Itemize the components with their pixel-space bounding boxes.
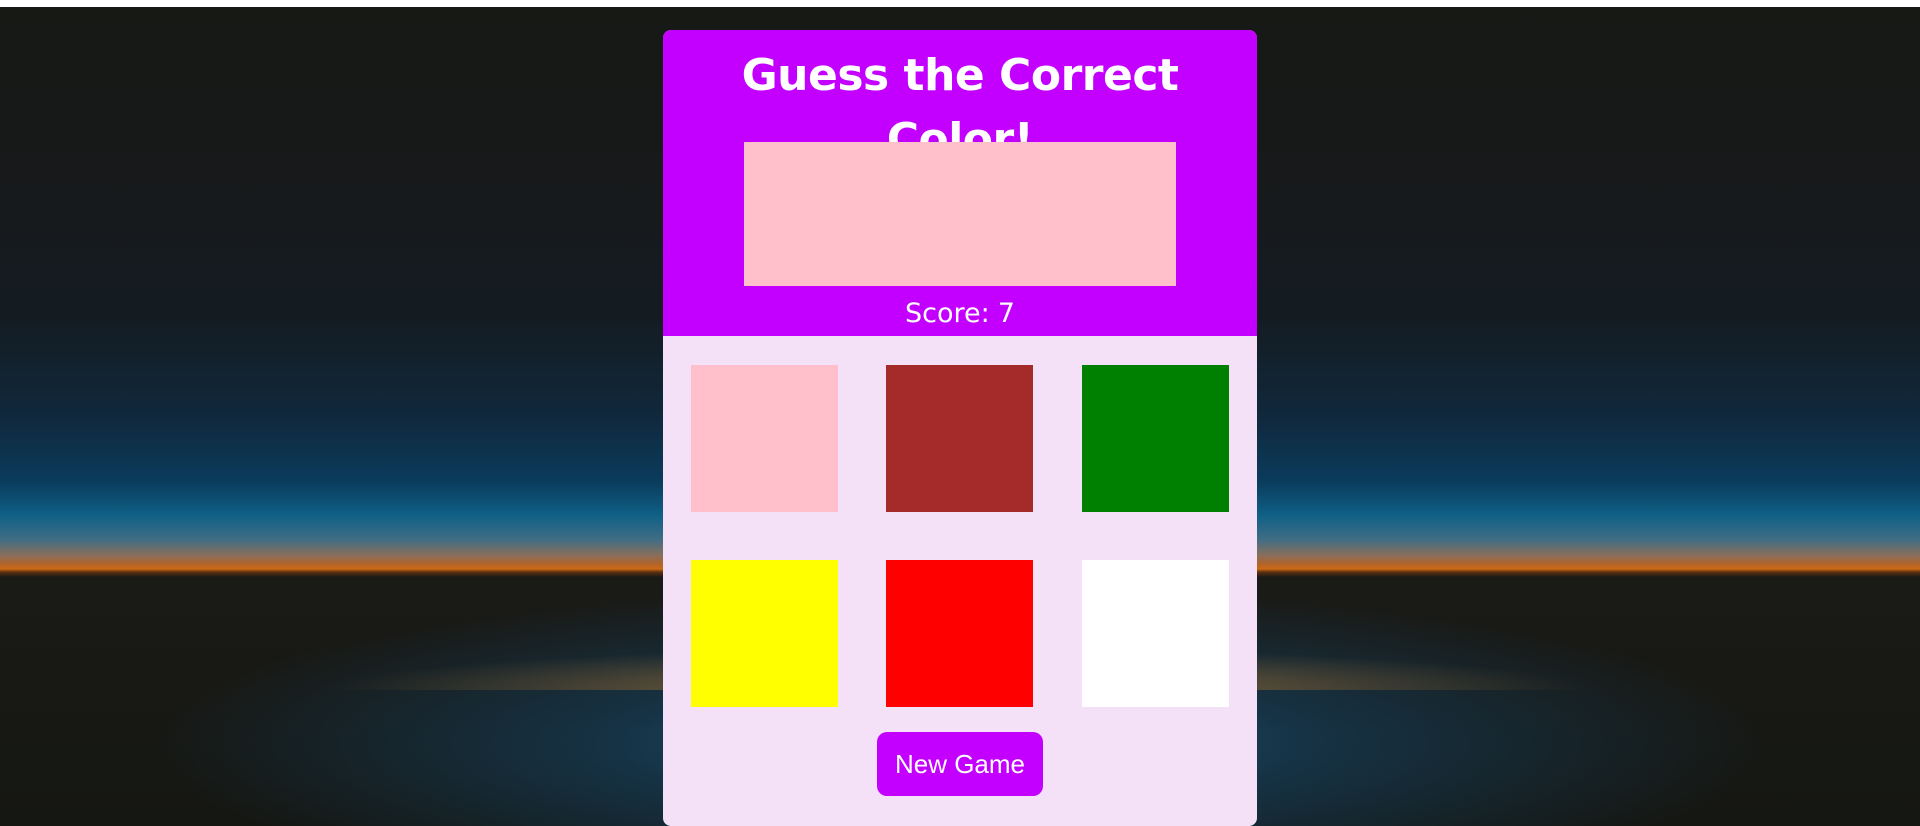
color-option-4[interactable] — [691, 560, 838, 707]
color-option-5[interactable] — [886, 560, 1033, 707]
color-option-2[interactable] — [886, 365, 1033, 512]
game-card: Guess the Correct Color! Score: 7 New Gam… — [663, 30, 1257, 826]
color-options-grid — [691, 365, 1229, 708]
color-option-3[interactable] — [1082, 365, 1229, 512]
new-game-button[interactable]: New Game — [877, 732, 1043, 796]
target-color-swatch — [744, 142, 1176, 286]
score-value: 7 — [997, 298, 1015, 329]
score-label: Score: — [905, 298, 990, 329]
color-option-1[interactable] — [691, 365, 838, 512]
color-option-6[interactable] — [1082, 560, 1229, 707]
score-display: Score: 7 — [663, 298, 1257, 330]
game-header: Guess the Correct Color! Score: 7 — [663, 30, 1257, 336]
